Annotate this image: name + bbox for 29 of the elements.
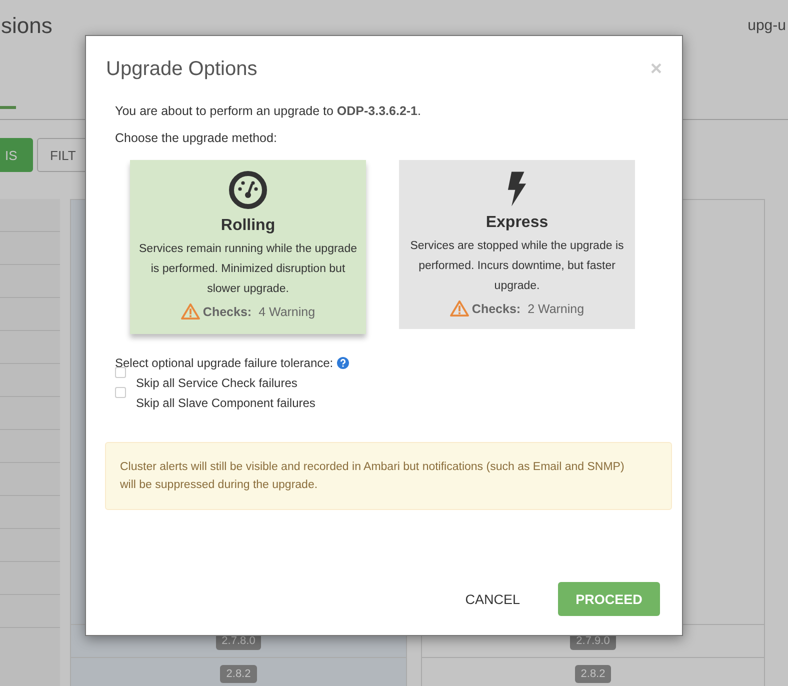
help-icon bbox=[337, 357, 350, 369]
checks-value: 2 Warning bbox=[528, 302, 584, 316]
gauge-icon bbox=[228, 170, 268, 210]
method-description: Services remain running while the upgrade is performed. Minimized disruption but slower upgrade. bbox=[138, 242, 358, 297]
version-badge: 2.8.2 bbox=[220, 665, 257, 683]
tab-underline bbox=[0, 106, 16, 109]
checkbox-label: Skip all Service Check failures bbox=[136, 376, 298, 390]
warning-icon bbox=[180, 303, 200, 320]
upgrade-method-card[interactable]: Express Services are stopped while the upgrade is performed. Incurs downtime, but faster upgrade. Checks: 2 Warning bbox=[399, 160, 635, 329]
checks-label: Checks: bbox=[202, 304, 252, 318]
user-menu[interactable]: upg-u bbox=[748, 17, 786, 34]
method-description: Services are stopped while the upgrade is performed. Incurs downtime, but faster upgrade. bbox=[409, 239, 625, 294]
checks-label: Checks: bbox=[472, 302, 521, 316]
tolerance-label: Select optional upgrade failure tolerance: bbox=[115, 356, 334, 370]
page-title: sions bbox=[1, 13, 52, 39]
intro-text: You are about to perform an upgrade to ODP-3.3.6.2-1. bbox=[115, 104, 422, 119]
upgrade-method-card[interactable]: Rolling Services remain running while the upgrade is performed. Minimized disruption but slower upgrade. Checks: 4 Warning bbox=[130, 160, 366, 334]
method-name: Express bbox=[486, 214, 548, 232]
version-badge: 2.8.2 bbox=[574, 665, 612, 683]
method-prompt: Choose the upgrade method: bbox=[115, 131, 278, 146]
checkbox[interactable] bbox=[115, 367, 126, 378]
warning-icon bbox=[450, 300, 469, 317]
dialog-title: Upgrade Options bbox=[106, 58, 258, 80]
checks-value: 4 Warning bbox=[258, 304, 316, 318]
checkbox-label: Skip all Slave Component failures bbox=[136, 396, 316, 410]
checkbox[interactable] bbox=[115, 387, 126, 398]
cancel-button[interactable]: CANCEL bbox=[459, 582, 526, 616]
method-name: Rolling bbox=[220, 217, 276, 235]
alert-message: Cluster alerts will still be visible and recorded in Ambari but notifications (such as Email and SNMP) will be suppressed during the upgrade. bbox=[105, 442, 672, 510]
